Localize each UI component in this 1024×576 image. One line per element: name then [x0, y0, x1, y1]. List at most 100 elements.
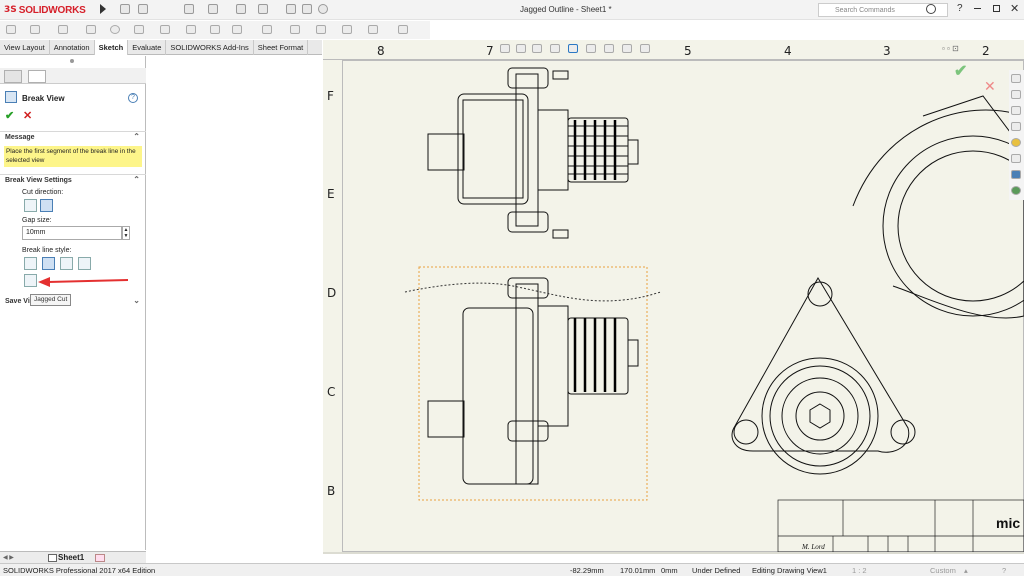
search-icon[interactable]: [926, 4, 936, 14]
resources-icon[interactable]: [1011, 90, 1021, 99]
display-style-icon[interactable]: [604, 44, 614, 53]
smart-dimension-icon[interactable]: [6, 25, 16, 34]
tab-solidworks-add-ins[interactable]: SOLIDWORKS Add-Ins: [166, 40, 254, 55]
restore-icon[interactable]: [993, 5, 1000, 12]
scale-indicator[interactable]: 1 : 2: [852, 566, 867, 575]
gap-spinner-icon[interactable]: ▲ ▼: [122, 226, 130, 240]
section-view-icon[interactable]: [550, 44, 560, 53]
sheet1-tab[interactable]: Sheet1: [58, 553, 84, 562]
pattern-icon[interactable]: [342, 25, 352, 34]
file-explorer-icon[interactable]: [1011, 122, 1021, 131]
drawing-views: [404, 67, 1024, 552]
y-coordinate: 170.01mm: [620, 566, 656, 575]
circle-icon[interactable]: [110, 25, 120, 34]
front-drawing-view[interactable]: [731, 95, 1024, 475]
appearances-icon[interactable]: [1011, 154, 1021, 163]
sheet-tab-bar: ◀ ▶ Sheet1: [0, 551, 146, 563]
message-header-label: Message: [5, 134, 35, 141]
rectangle-icon[interactable]: [58, 25, 68, 34]
window-controls-icon[interactable]: ▫ ▫ ⊡: [942, 44, 982, 54]
help-circle-icon[interactable]: ?: [128, 93, 138, 103]
move-icon[interactable]: [368, 25, 378, 34]
units-selector[interactable]: Custom: [930, 566, 956, 575]
mirror-icon[interactable]: [316, 25, 326, 34]
appearance-icon[interactable]: [640, 44, 650, 53]
tab-view-layout[interactable]: View Layout: [0, 40, 50, 55]
definition-state: Under Defined: [692, 566, 741, 575]
close-window-icon[interactable]: ✕: [1010, 2, 1019, 15]
expand-chevron-icon[interactable]: ⌄: [133, 296, 140, 305]
slot-icon[interactable]: [86, 25, 96, 34]
spline-icon[interactable]: [186, 25, 196, 34]
status-arrow-icon[interactable]: ▴: [964, 566, 968, 575]
new-document-icon[interactable]: [120, 4, 130, 14]
previous-view-icon[interactable]: [532, 44, 542, 53]
lower-drawing-view[interactable]: [427, 277, 639, 485]
curve-cut-icon[interactable]: [42, 257, 55, 270]
ok-check-icon[interactable]: ✔: [5, 109, 14, 122]
gap-size-input[interactable]: 10mm: [22, 226, 122, 240]
minimize-icon[interactable]: [974, 8, 981, 9]
collapse-chevron-icon[interactable]: ⌃: [133, 175, 140, 184]
save-icon[interactable]: [184, 4, 194, 14]
help-icon[interactable]: ?: [957, 3, 963, 14]
rotate-icon[interactable]: [568, 44, 578, 53]
small-zig-zag-cut-icon[interactable]: [78, 257, 91, 270]
collapse-chevron-icon[interactable]: ⌃: [133, 132, 140, 141]
expand-arrow-icon[interactable]: [100, 4, 106, 14]
property-manager-tab-icon[interactable]: [28, 70, 46, 83]
tab-sketch[interactable]: Sketch: [94, 40, 129, 55]
horizontal-cut-icon[interactable]: [40, 199, 53, 212]
rebuild-icon[interactable]: [286, 4, 296, 14]
top-drawing-view[interactable]: [427, 67, 639, 239]
status-help-icon[interactable]: ?: [1002, 566, 1006, 575]
straight-cut-icon[interactable]: [24, 257, 37, 270]
open-folder-icon[interactable]: [138, 4, 148, 14]
confirm-check-icon[interactable]: ✔: [954, 61, 967, 81]
relations-icon[interactable]: [398, 25, 408, 34]
vertical-cut-icon[interactable]: [24, 199, 37, 212]
view-orientation-icon[interactable]: [586, 44, 596, 53]
command-toolbar: [0, 21, 450, 54]
select-icon[interactable]: [258, 4, 268, 14]
sheet-icon: [48, 554, 57, 562]
design-library-icon[interactable]: [1011, 106, 1021, 115]
home-icon[interactable]: [1011, 74, 1021, 83]
panel-grip-icon[interactable]: [70, 59, 74, 63]
forum-icon[interactable]: [1011, 186, 1021, 195]
tab-evaluate[interactable]: Evaluate: [128, 40, 167, 55]
zoom-to-fit-icon[interactable]: [500, 44, 510, 53]
feature-manager-tab-icon[interactable]: [4, 70, 22, 83]
solidworks-logo[interactable]: 3S SOLIDWORKS: [4, 4, 86, 16]
trim-icon[interactable]: [262, 25, 272, 34]
jagged-cut-icon[interactable]: [24, 274, 37, 287]
arc-icon[interactable]: [134, 25, 144, 34]
tab-sheet-format[interactable]: Sheet Format: [254, 40, 309, 55]
print-icon[interactable]: [208, 4, 218, 14]
sheet-navigation-icon[interactable]: ◀ ▶: [3, 554, 14, 561]
options-gear-icon[interactable]: [318, 4, 328, 14]
break-view-icon: [5, 91, 17, 103]
task-pane-strip: [1009, 70, 1024, 200]
offset-icon[interactable]: [290, 25, 300, 34]
hide-show-icon[interactable]: [622, 44, 632, 53]
save-view-section-header[interactable]: Save Vi ⌄: [0, 296, 146, 308]
heads-up-view-toolbar: [500, 43, 660, 57]
text-icon[interactable]: [232, 25, 242, 34]
zoom-area-icon[interactable]: [516, 44, 526, 53]
polygon-icon[interactable]: [160, 25, 170, 34]
confirm-cancel-icon[interactable]: ✕: [984, 78, 996, 95]
message-section-header[interactable]: Message ⌃: [0, 131, 146, 143]
fillet-icon[interactable]: [210, 25, 220, 34]
cancel-x-icon[interactable]: ✕: [23, 109, 32, 122]
tab-annotation[interactable]: Annotation: [50, 40, 95, 55]
break-line-style-label: Break line style:: [22, 247, 72, 254]
zig-zag-cut-icon[interactable]: [60, 257, 73, 270]
break-view-settings-header[interactable]: Break View Settings ⌃: [0, 174, 146, 186]
custom-properties-icon[interactable]: [1011, 170, 1021, 179]
add-sheet-icon[interactable]: [95, 554, 105, 562]
view-palette-icon[interactable]: [1011, 138, 1021, 147]
line-icon[interactable]: [30, 25, 40, 34]
undo-icon[interactable]: [236, 4, 246, 14]
file-properties-icon[interactable]: [302, 4, 312, 14]
